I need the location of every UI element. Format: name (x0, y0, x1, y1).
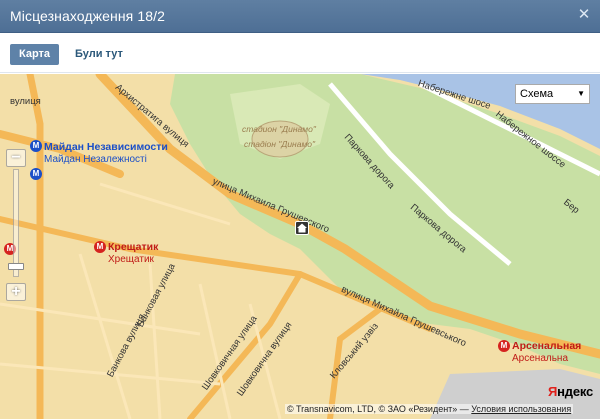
map-copyright: © Transnavicom, LTD, © ЗАО «Резидент» — … (285, 404, 574, 414)
metro-icon: M (30, 168, 42, 180)
zoom-slider-handle[interactable] (8, 263, 24, 270)
metro-icon: M (94, 241, 106, 253)
dialog-title: Місцезнаходження 18/2 (10, 8, 165, 24)
park-label: стадіон "Динамо" (244, 139, 316, 149)
metro-label: Майдан Независимости (44, 141, 168, 153)
metro-label: Арсенальная (512, 340, 582, 352)
zoom-track[interactable] (13, 169, 19, 277)
zoom-in-button[interactable]: + (6, 283, 26, 301)
metro-sublabel: Майдан Незалежності (44, 154, 147, 165)
map-view[interactable]: стадион "Динамо" стадіон "Динамо" вулиця… (0, 74, 600, 419)
metro-label: Крещатик (108, 241, 159, 253)
home-icon (297, 223, 307, 233)
dropdown-arrow-icon: ▼ (577, 89, 585, 98)
metro-sublabel: Арсенальна (512, 353, 569, 364)
close-icon[interactable]: ✕ (576, 7, 592, 23)
metro-sublabel: Хрещатик (108, 254, 154, 265)
tab-bar: Карта Були тут (0, 34, 600, 73)
dialog-titlebar: Місцезнаходження 18/2 ✕ (0, 0, 600, 33)
zoom-out-button[interactable]: − (6, 149, 26, 167)
terms-of-use-link[interactable]: Условия использования (471, 404, 571, 414)
yandex-logo: Яндекс (548, 384, 594, 399)
park-label: стадион "Динамо" (242, 124, 316, 134)
location-marker-icon[interactable] (295, 221, 309, 235)
metro-icon: M (498, 340, 510, 352)
metro-icon: M (30, 140, 42, 152)
zoom-control: − + (6, 149, 26, 301)
map-type-value: Схема (520, 88, 554, 100)
map-type-select[interactable]: Схема ▼ (515, 84, 590, 104)
tab-visited[interactable]: Були тут (66, 44, 132, 65)
tab-map[interactable]: Карта (10, 44, 60, 65)
street-label: вулиця (10, 96, 41, 107)
